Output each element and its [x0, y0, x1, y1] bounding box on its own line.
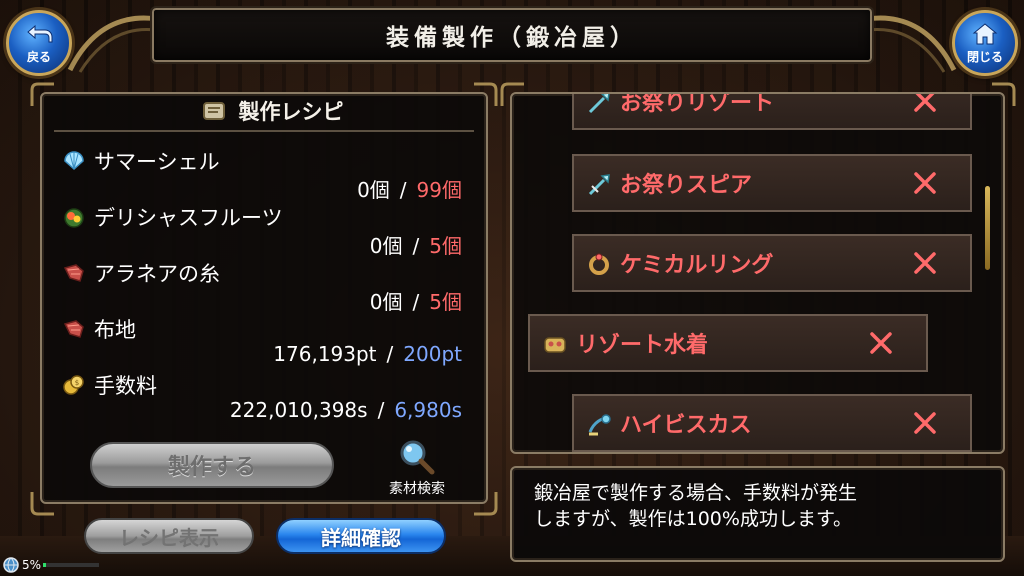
cloth-icon	[63, 320, 84, 338]
spear-icon	[588, 94, 610, 114]
material-need: 6,980s	[394, 398, 462, 422]
recipe-divider	[54, 130, 474, 132]
recipe-show-button[interactable]: レシピ表示	[84, 518, 254, 554]
material-separator: /	[386, 342, 394, 366]
material-need: 200pt	[403, 342, 462, 366]
fruit-icon	[64, 208, 84, 228]
progress-fill	[43, 563, 46, 567]
list-item-name: ハイビスカス	[620, 413, 752, 438]
item-list-panel[interactable]: お祭りリゾート お祭りスピア ケミカルリング リゾート水着 ハイビスカス	[510, 92, 1005, 454]
corner-ornament-icon	[992, 82, 1016, 106]
close-label: 閉じる	[966, 49, 1003, 64]
material-have: 222,010,398s	[229, 398, 368, 422]
flower-icon	[588, 414, 611, 436]
swimsuit-icon	[544, 337, 566, 353]
material-have: 0個	[357, 178, 390, 202]
list-item[interactable]: お祭りリゾート	[572, 92, 972, 130]
corner-ornament-icon	[30, 82, 54, 106]
material-search-label: 素材検索	[389, 481, 445, 497]
list-scrollbar[interactable]	[985, 186, 990, 270]
back-button[interactable]: 戻る	[6, 10, 72, 76]
make-button[interactable]: 製作する	[90, 442, 334, 488]
svg-text:$: $	[75, 379, 79, 387]
cross-icon	[914, 412, 936, 434]
globe-icon	[3, 557, 19, 573]
ring-icon	[589, 253, 609, 275]
material-need: 99個	[416, 178, 462, 202]
corner-ornament-icon	[30, 492, 54, 516]
cross-icon	[870, 332, 892, 354]
corner-ornament-icon	[500, 82, 524, 106]
progress-bar	[43, 563, 100, 567]
list-item-name: リゾート水着	[576, 333, 709, 358]
material-need: 5個	[429, 234, 462, 258]
message-line-1: 鍛冶屋で製作する場合、手数料が発生	[534, 482, 858, 504]
coin-icon: $	[63, 375, 84, 395]
material-name: 手数料	[94, 374, 157, 398]
material-search-button[interactable]: 素材検索	[372, 438, 462, 498]
cross-icon	[914, 252, 936, 274]
title-bar: 装備製作（鍛冶屋）	[150, 6, 874, 64]
message-panel: 鍛冶屋で製作する場合、手数料が発生 しますが、製作は100%成功します。	[510, 466, 1005, 562]
corner-ornament-icon	[474, 492, 498, 516]
load-progress: 5%	[2, 556, 100, 574]
material-have: 0個	[369, 290, 403, 314]
recipe-header: 製作レシピ	[152, 92, 392, 130]
detail-check-button[interactable]: 詳細確認	[276, 518, 446, 554]
list-item-selected[interactable]: リゾート水着	[528, 314, 928, 372]
cloth-icon	[63, 264, 84, 282]
close-button[interactable]: 閉じる	[952, 10, 1018, 76]
recipe-panel: 製作レシピ サマーシェル 0個 / 99個 デリシャスフルーツ 0個 / 5個 アラネア…	[40, 92, 488, 504]
recipe-title: 製作レシピ	[238, 100, 344, 124]
material-separator: /	[412, 234, 420, 258]
material-have: 176,193pt	[273, 342, 377, 366]
list-item[interactable]: お祭りスピア	[572, 154, 972, 212]
back-arrow-icon	[27, 24, 53, 42]
page-title: 装備製作（鍛冶屋）	[386, 25, 638, 51]
list-item-name: お祭りリゾート	[620, 92, 775, 116]
shell-icon	[64, 151, 84, 171]
material-name: アラネアの糸	[94, 262, 220, 286]
material-separator: /	[399, 178, 407, 202]
magnifier-icon	[400, 440, 435, 475]
spear-icon	[588, 174, 610, 196]
material-have: 0個	[369, 234, 403, 258]
list-item-name: ケミカルリング	[620, 253, 774, 278]
material-need: 5個	[429, 290, 462, 314]
list-item[interactable]: ケミカルリング	[572, 234, 972, 292]
material-name: デリシャスフルーツ	[94, 206, 283, 230]
progress-percent: 5%	[22, 558, 42, 572]
home-icon	[972, 22, 998, 44]
back-label: 戻る	[26, 49, 51, 64]
corner-ornament-icon	[474, 82, 498, 106]
scroll-recipe-icon	[202, 102, 225, 120]
material-separator: /	[377, 398, 385, 422]
cross-icon	[914, 172, 936, 194]
cross-icon	[914, 94, 936, 112]
list-item[interactable]: ハイビスカス	[572, 394, 972, 452]
material-name: サマーシェル	[94, 150, 220, 174]
list-item-name: お祭りスピア	[620, 173, 753, 198]
message-line-2: しますが、製作は100%成功します。	[534, 508, 853, 530]
material-name: 布地	[94, 318, 136, 342]
material-separator: /	[412, 290, 420, 314]
